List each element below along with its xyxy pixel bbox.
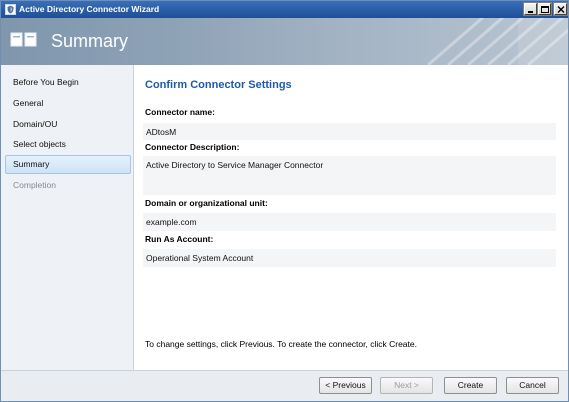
step-general[interactable]: General [5,94,131,113]
step-domain-ou[interactable]: Domain/OU [5,115,131,134]
step-before-you-begin[interactable]: Before You Begin [5,73,131,92]
domain-ou-value: example.com [143,213,556,231]
minimize-button[interactable] [523,2,538,16]
previous-button[interactable]: < Previous [319,377,372,394]
step-label: Select objects [13,139,66,149]
step-summary[interactable]: Summary [5,155,131,174]
minimize-icon [528,11,533,13]
connector-name-value: ADtosM [143,123,556,140]
connector-description-label: Connector Description: [145,142,240,152]
step-label: Before You Begin [13,77,79,87]
step-select-objects[interactable]: Select objects [5,135,131,154]
wizard-pages-icon [10,32,37,47]
maximize-button[interactable] [537,2,552,16]
cancel-button[interactable]: Cancel [506,377,559,394]
page-heading: Summary [51,31,129,51]
domain-ou-label: Domain or organizational unit: [145,198,268,208]
connector-name-label: Connector name: [145,107,215,117]
run-as-account-label: Run As Account: [145,234,214,244]
button-bar: < Previous Next > Create Cancel [1,370,568,401]
shield-icon [5,4,16,15]
close-button[interactable] [553,2,568,16]
section-title: Confirm Connector Settings [145,79,292,91]
maximize-icon [541,6,549,13]
banner-decoration [427,18,568,65]
window-title: Active Directory Connector Wizard [19,4,160,14]
wizard-window: Active Directory Connector Wizard Summar… [0,0,569,402]
step-label: General [13,98,44,108]
create-button[interactable]: Create [444,377,497,394]
step-completion: Completion [5,176,131,195]
header-banner: Summary [1,18,568,65]
wizard-steps-sidebar: Before You Begin General Domain/OU Selec… [1,65,134,370]
close-icon [557,6,565,13]
instruction-text: To change settings, click Previous. To c… [145,339,417,349]
connector-description-value: Active Directory to Service Manager Conn… [143,156,556,195]
run-as-account-value: Operational System Account [143,249,556,267]
title-bar[interactable]: Active Directory Connector Wizard [1,1,568,18]
step-label: Domain/OU [13,119,58,129]
summary-panel: Confirm Connector Settings Connector nam… [135,65,568,370]
step-label: Completion [13,180,56,190]
step-label: Summary [13,159,50,169]
next-button[interactable]: Next > [380,377,433,394]
